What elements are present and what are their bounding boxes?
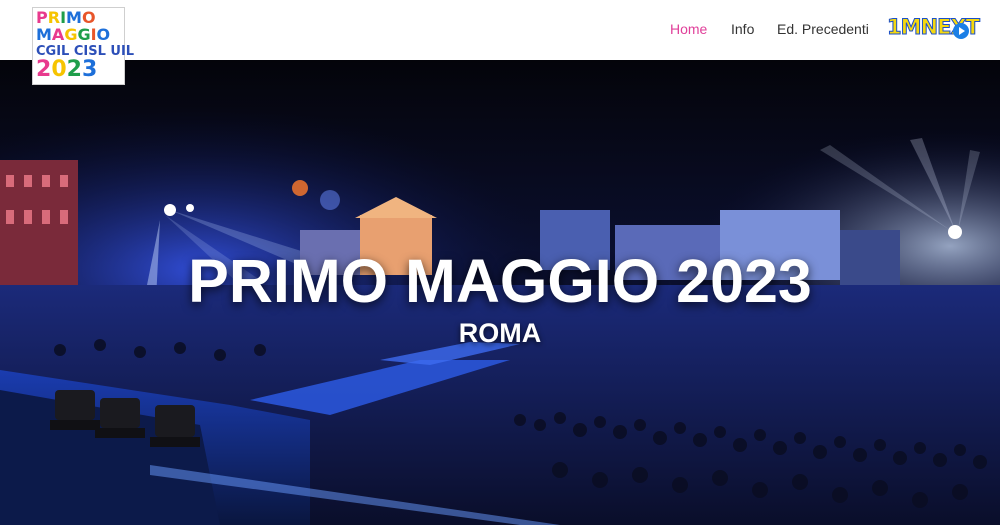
primo-maggio-logo[interactable]: PRIMO MAGGIO CGIL CISL UIL 2023 xyxy=(32,7,134,85)
nav-previous-editions-link[interactable]: Ed. Precedenti xyxy=(777,21,869,37)
hero-banner: PRIMO MAGGIO 2023 ROMA xyxy=(0,60,1000,525)
site-header: PRIMO MAGGIO CGIL CISL UIL 2023 Home Inf… xyxy=(0,0,1000,85)
logo-year: 2023 xyxy=(36,57,98,82)
play-icon xyxy=(953,23,969,39)
1mnext-logo[interactable]: 1MNEXT xyxy=(887,13,981,45)
logo-line-1: PRIMO xyxy=(36,8,96,27)
hero-title: PRIMO MAGGIO 2023 xyxy=(188,247,812,315)
hero-subtitle: ROMA xyxy=(458,318,542,348)
nav-home-link[interactable]: Home xyxy=(670,21,707,37)
logo-line-2: MAGGIO xyxy=(36,25,111,44)
nav-info-link[interactable]: Info xyxy=(731,21,754,37)
